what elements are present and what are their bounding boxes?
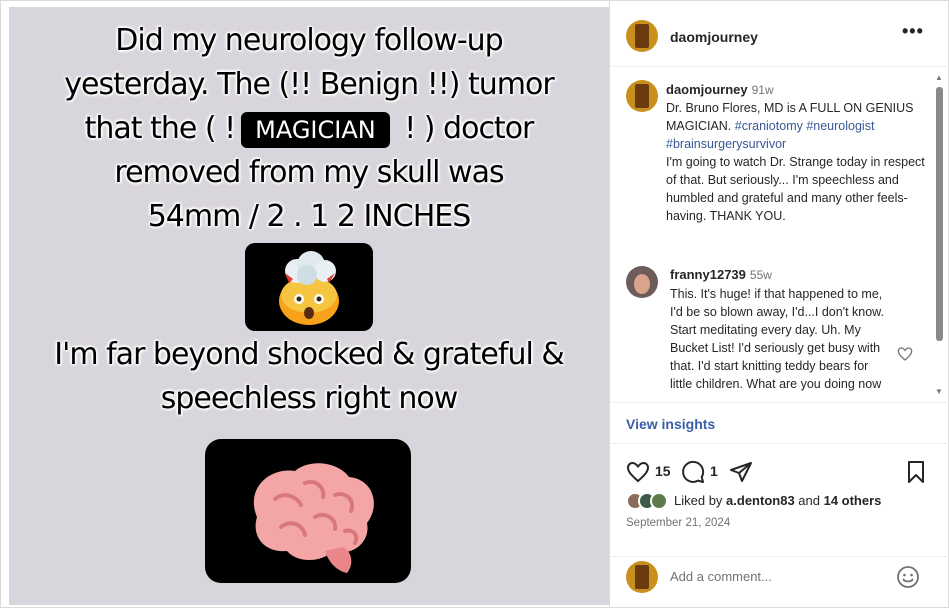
like-count[interactable]: 15 [655, 463, 671, 479]
comment-text: This. It's huge! if that happened to me,… [670, 287, 884, 391]
comment-composer: Add a comment... [610, 556, 949, 608]
image-caption-top: Did my neurology follow-up yesterday. Th… [9, 19, 609, 239]
likes-text: Liked by a.denton83 and 14 others [674, 493, 881, 508]
save-bookmark-icon[interactable] [904, 460, 928, 484]
exploding-head-icon [279, 251, 339, 325]
header-username[interactable]: daomjourney [670, 29, 758, 45]
commenter-avatar[interactable] [626, 266, 658, 298]
image-caption-bottom: I'm far beyond shocked & grateful & spee… [9, 333, 609, 421]
view-insights-link[interactable]: View insights [626, 416, 715, 432]
comment-time[interactable]: 55w [750, 268, 772, 282]
liker-avatars [626, 492, 672, 510]
post-actions: 15 1 Liked by a.denton83 and 14 others S… [610, 444, 949, 556]
caption-time[interactable]: 91w [752, 83, 774, 97]
brain-icon [253, 463, 374, 573]
insights-bar: View insights [610, 402, 949, 444]
emoji-smiley-icon[interactable] [896, 565, 920, 589]
scroll-up-arrow-icon[interactable]: ▲ [935, 73, 943, 82]
liker-username[interactable]: a.denton83 [726, 493, 795, 508]
avatar[interactable] [626, 80, 658, 112]
likes-summary: Liked by a.denton83 and 14 others [626, 491, 946, 511]
post-header: daomjourney ••• [610, 1, 949, 67]
caption-line: removed from my skull was [114, 155, 504, 190]
post-dialog: Did my neurology follow-up yesterday. Th… [0, 0, 949, 608]
caption-text: that the ( ! [84, 111, 236, 146]
comment-count[interactable]: 1 [710, 463, 718, 479]
caption-line: I'm far beyond shocked & grateful & [54, 337, 564, 372]
comment-like-heart-icon[interactable] [897, 346, 913, 362]
caption-line: speechless right now [160, 381, 459, 416]
caption-text: ! ) doctor [395, 111, 534, 146]
caption-text: Dr. Bruno Flores, MD is A FULL ON GENIUS… [666, 99, 928, 225]
avatar [650, 492, 668, 510]
exploding-head-emoji-box [245, 243, 373, 331]
caption-line: Did my neurology follow-up [115, 23, 503, 58]
like-heart-icon[interactable] [626, 460, 650, 484]
post-sidebar: daomjourney ••• daomjourney 91w Dr. Bruno… [609, 1, 949, 608]
scroll-down-arrow-icon[interactable]: ▼ [935, 387, 943, 396]
comment-header: franny12739 55w [670, 267, 772, 282]
post-date[interactable]: September 21, 2024 [626, 517, 730, 529]
caption-line: that the ( ! MAGICIAN ! ) doctor [9, 107, 609, 151]
caption-body-2: I'm going to watch Dr. Strange today in … [666, 155, 925, 223]
caption-line: 54mm / 2 . 1 2 INCHES [147, 199, 472, 234]
caption-line: yesterday. The (!! Benign !!) tumor [64, 67, 554, 102]
magician-label: MAGICIAN [241, 111, 390, 148]
comment-input[interactable]: Add a comment... [670, 569, 772, 584]
caption-username[interactable]: daomjourney [666, 82, 748, 97]
avatar [626, 561, 658, 593]
likes-middle: and [794, 493, 824, 508]
share-send-icon[interactable] [729, 460, 753, 484]
likes-prefix: Liked by [674, 493, 727, 508]
post-image: Did my neurology follow-up yesterday. Th… [9, 7, 609, 605]
avatar[interactable] [626, 20, 658, 52]
comments-scroll[interactable]: daomjourney 91w Dr. Bruno Flores, MD is A… [610, 68, 949, 402]
likes-others-link[interactable]: 14 others [824, 493, 882, 508]
comment-bubble-icon[interactable] [681, 460, 705, 484]
caption-header: daomjourney 91w [666, 82, 774, 97]
brain-emoji-box [205, 439, 411, 583]
comment-username[interactable]: franny12739 [670, 267, 746, 282]
more-options-icon[interactable]: ••• [902, 21, 924, 42]
scrollbar-thumb[interactable] [936, 87, 943, 341]
